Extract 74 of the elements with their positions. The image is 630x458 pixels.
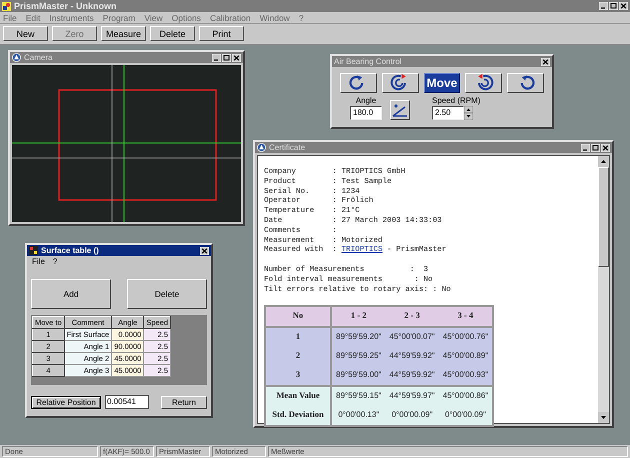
table-cell: 0°00'00.09" — [385, 406, 439, 426]
maximize-icon[interactable] — [222, 54, 231, 62]
table-cell: Std. Deviation — [265, 406, 331, 426]
spinner-icon[interactable] — [464, 106, 473, 120]
window-title: Camera — [24, 53, 54, 62]
speed-label: Speed (RPM) — [432, 96, 480, 105]
rotate-button[interactable] — [340, 73, 377, 93]
table-cell: 44°59'59.97" — [385, 386, 439, 406]
delete-button[interactable]: Delete — [127, 279, 207, 309]
table-cell: 89°59'59.00" — [331, 366, 386, 386]
move-button[interactable]: Move — [424, 73, 460, 93]
minimize-icon[interactable] — [599, 2, 608, 10]
relative-position-button[interactable]: Relative Position — [31, 396, 101, 408]
rotate-button[interactable] — [465, 73, 502, 93]
table-cell: 44°59'59.92" — [385, 366, 439, 386]
scroll-up-icon[interactable] — [598, 156, 609, 167]
angle-button[interactable] — [390, 100, 410, 120]
menu-item[interactable]: Window — [260, 12, 290, 22]
scroll-down-icon[interactable] — [598, 412, 609, 423]
angle-label: Angle — [356, 96, 376, 105]
maximize-icon[interactable] — [591, 144, 600, 152]
speed-field[interactable]: 2.50 — [432, 106, 464, 120]
menu-item[interactable]: File — [32, 257, 45, 266]
rotate-button[interactable] — [507, 73, 544, 93]
relative-position-field[interactable]: 0.00541 — [105, 395, 149, 409]
window-title: Certificate — [269, 143, 306, 152]
close-icon[interactable] — [601, 144, 610, 152]
angle-field[interactable]: 180.0 — [350, 106, 382, 120]
column-header: 1 - 2 — [331, 306, 386, 327]
angle-icon — [392, 103, 408, 117]
column-header: No — [265, 306, 331, 327]
table-cell: 44°59'59.92" — [385, 346, 439, 366]
table-cell: 2 — [265, 346, 331, 366]
rotate-step-icon — [478, 74, 494, 90]
app-icon — [257, 143, 266, 152]
window-title: Surface table () — [41, 246, 100, 255]
toolbar-button[interactable]: Measure — [101, 26, 146, 41]
column-header: 2 - 3 — [385, 306, 439, 327]
table-cell: Mean Value — [265, 386, 331, 406]
table-cell: 45°00'00.93" — [438, 366, 494, 386]
window-title: Air Bearing Control — [334, 57, 403, 66]
window-title: PrismMaster - Unknown — [14, 1, 118, 11]
close-icon[interactable] — [200, 246, 209, 254]
rotate-button[interactable] — [382, 73, 419, 93]
minimize-icon[interactable] — [212, 54, 221, 62]
table-cell: 45°00'00.89" — [438, 346, 494, 366]
table-cell: 89°59'59.15" — [331, 386, 386, 406]
table-cell: 45°00'00.86" — [438, 386, 494, 406]
scroll-thumb[interactable] — [598, 167, 609, 267]
rotate-step-icon — [390, 74, 406, 90]
table-cell: 0°00'00.13" — [331, 406, 386, 426]
toolbar-button[interactable]: Delete — [150, 26, 195, 41]
rotate-clockwise-icon — [350, 76, 364, 90]
scrollbar[interactable] — [598, 156, 609, 423]
column-header: 3 - 4 — [438, 306, 494, 327]
close-icon[interactable] — [619, 2, 628, 10]
minimize-icon[interactable] — [581, 144, 590, 152]
app-icon — [29, 246, 38, 255]
menu-item[interactable]: ? — [52, 257, 58, 266]
add-button[interactable]: Add — [31, 279, 111, 309]
toolbar-button[interactable]: New — [3, 26, 48, 41]
toolbar-button[interactable]: Print — [199, 26, 244, 41]
app-icon — [12, 53, 21, 62]
close-icon[interactable] — [232, 54, 241, 62]
return-button[interactable]: Return — [161, 396, 207, 408]
maximize-icon[interactable] — [609, 2, 618, 10]
close-icon[interactable] — [541, 58, 550, 66]
rotate-counterclockwise-icon — [520, 76, 534, 90]
table-cell: 89°59'59.25" — [331, 346, 386, 366]
table-cell: 3 — [265, 366, 331, 386]
table-cell: 1 — [265, 326, 331, 347]
table-cell: 45°00'00.07" — [385, 326, 439, 347]
table-cell: 0°00'00.09" — [438, 406, 494, 426]
app-icon — [2, 2, 11, 10]
